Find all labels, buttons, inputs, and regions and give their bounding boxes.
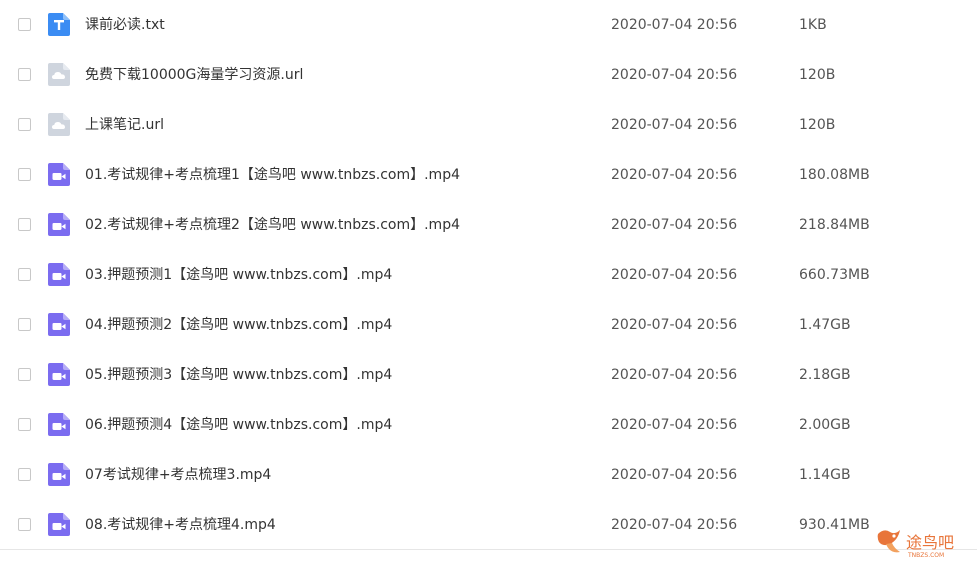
file-row[interactable]: 03.押题预测1【途鸟吧 www.tnbzs.com】.mp4 2020-07-… [0,250,977,300]
file-size: 180.08MB [799,167,870,183]
bottom-divider [0,549,977,550]
file-size: 218.84MB [799,217,870,233]
watermark-logo: 途鸟吧 TNBZS.COM [874,524,974,560]
row-checkbox[interactable] [18,68,31,81]
row-checkbox[interactable] [18,218,31,231]
file-name[interactable]: 上课笔记.url [85,115,164,135]
file-date: 2020-07-04 20:56 [611,417,738,433]
video-file-icon [48,213,70,236]
row-checkbox[interactable] [18,118,31,131]
video-file-icon [48,163,70,186]
file-name[interactable]: 04.押题预测2【途鸟吧 www.tnbzs.com】.mp4 [85,315,392,335]
video-file-icon [48,513,70,536]
video-file-icon [48,313,70,336]
file-name[interactable]: 06.押题预测4【途鸟吧 www.tnbzs.com】.mp4 [85,415,392,435]
file-row[interactable]: 06.押题预测4【途鸟吧 www.tnbzs.com】.mp4 2020-07-… [0,400,977,450]
link-file-icon [48,113,70,136]
file-size: 660.73MB [799,267,870,283]
text-file-icon [48,13,70,36]
file-row[interactable]: 08.考试规律+考点梳理4.mp4 2020-07-04 20:56 930.4… [0,500,977,550]
file-date: 2020-07-04 20:56 [611,117,738,133]
file-row[interactable]: 课前必读.txt 2020-07-04 20:56 1KB [0,0,977,50]
file-date: 2020-07-04 20:56 [611,367,738,383]
file-row[interactable]: 05.押题预测3【途鸟吧 www.tnbzs.com】.mp4 2020-07-… [0,350,977,400]
file-date: 2020-07-04 20:56 [611,67,738,83]
file-row[interactable]: 01.考试规律+考点梳理1【途鸟吧 www.tnbzs.com】.mp4 202… [0,150,977,200]
watermark-text: 途鸟吧 [906,533,954,552]
file-date: 2020-07-04 20:56 [611,217,738,233]
video-file-icon [48,263,70,286]
file-size: 930.41MB [799,517,870,533]
file-date: 2020-07-04 20:56 [611,167,738,183]
file-name[interactable]: 08.考试规律+考点梳理4.mp4 [85,515,276,535]
file-name[interactable]: 课前必读.txt [85,15,165,35]
file-date: 2020-07-04 20:56 [611,267,738,283]
row-checkbox[interactable] [18,18,31,31]
file-size: 120B [799,67,836,83]
file-date: 2020-07-04 20:56 [611,517,738,533]
file-date: 2020-07-04 20:56 [611,317,738,333]
video-file-icon [48,363,70,386]
file-size: 2.00GB [799,417,851,433]
video-file-icon [48,413,70,436]
file-date: 2020-07-04 20:56 [611,17,738,33]
row-checkbox[interactable] [18,368,31,381]
file-date: 2020-07-04 20:56 [611,467,738,483]
watermark-url: TNBZS.COM [907,552,944,559]
file-list: 课前必读.txt 2020-07-04 20:56 1KB 免费下载10000G… [0,0,977,550]
video-file-icon [48,463,70,486]
file-row[interactable]: 07考试规律+考点梳理3.mp4 2020-07-04 20:56 1.14GB [0,450,977,500]
row-checkbox[interactable] [18,418,31,431]
file-size: 1.14GB [799,467,851,483]
file-name[interactable]: 免费下载10000G海量学习资源.url [85,65,303,85]
file-size: 1KB [799,17,827,33]
file-name[interactable]: 01.考试规律+考点梳理1【途鸟吧 www.tnbzs.com】.mp4 [85,165,460,185]
file-row[interactable]: 04.押题预测2【途鸟吧 www.tnbzs.com】.mp4 2020-07-… [0,300,977,350]
file-name[interactable]: 07考试规律+考点梳理3.mp4 [85,465,271,485]
row-checkbox[interactable] [18,518,31,531]
file-name[interactable]: 03.押题预测1【途鸟吧 www.tnbzs.com】.mp4 [85,265,392,285]
bird-logo-icon [877,530,900,553]
file-row[interactable]: 免费下载10000G海量学习资源.url 2020-07-04 20:56 12… [0,50,977,100]
file-size: 120B [799,117,836,133]
file-name[interactable]: 05.押题预测3【途鸟吧 www.tnbzs.com】.mp4 [85,365,392,385]
row-checkbox[interactable] [18,468,31,481]
link-file-icon [48,63,70,86]
row-checkbox[interactable] [18,268,31,281]
row-checkbox[interactable] [18,318,31,331]
file-name[interactable]: 02.考试规律+考点梳理2【途鸟吧 www.tnbzs.com】.mp4 [85,215,460,235]
file-row[interactable]: 02.考试规律+考点梳理2【途鸟吧 www.tnbzs.com】.mp4 202… [0,200,977,250]
row-checkbox[interactable] [18,168,31,181]
file-size: 2.18GB [799,367,851,383]
file-size: 1.47GB [799,317,851,333]
file-row[interactable]: 上课笔记.url 2020-07-04 20:56 120B [0,100,977,150]
